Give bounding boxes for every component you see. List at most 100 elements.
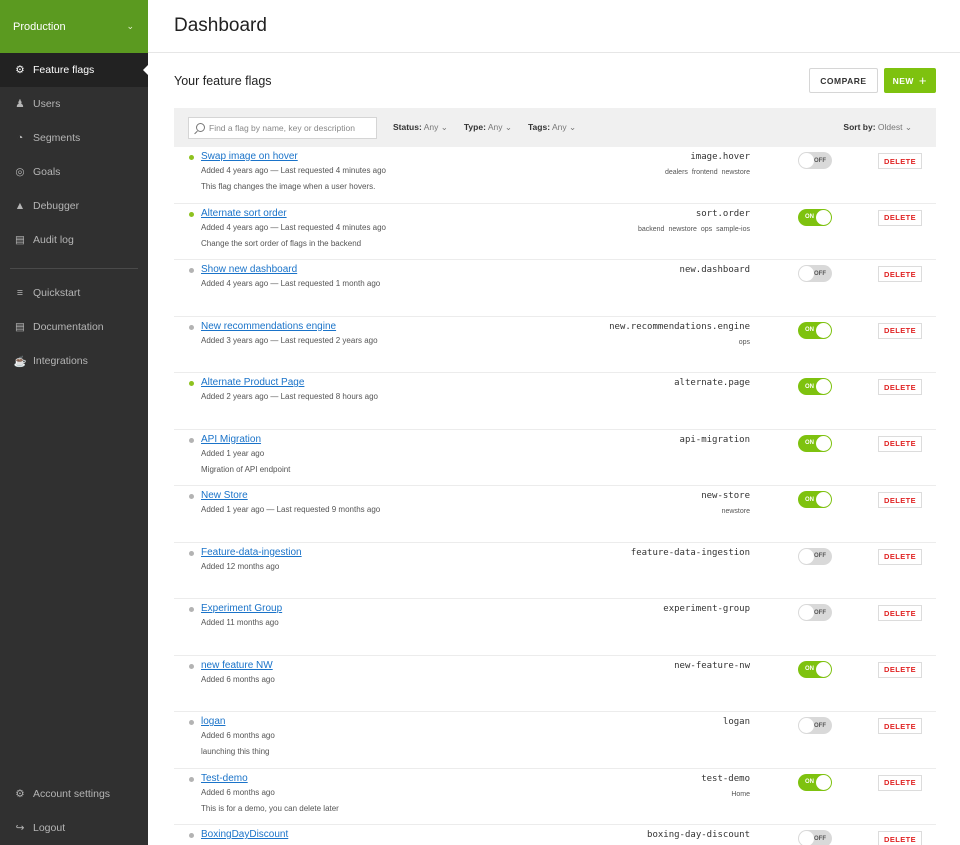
toggle-label: OFF	[814, 157, 826, 164]
delete-button[interactable]: DELETE	[878, 661, 922, 678]
flag-toggle[interactable]: ON	[798, 378, 832, 395]
tag-badge[interactable]: newstore	[721, 508, 750, 515]
delete-button[interactable]: DELETE	[878, 322, 922, 339]
status-filter-value: Any	[423, 122, 439, 132]
flag-name-link[interactable]: Feature-data-ingestion	[201, 547, 302, 558]
sidebar-item-integrations[interactable]: ☕ Integrations	[0, 344, 148, 378]
tag-badge[interactable]: backend	[637, 225, 665, 233]
flag-toggle[interactable]: OFF	[798, 604, 832, 621]
delete-button[interactable]: DELETE	[878, 718, 922, 734]
delete-button[interactable]: DELETE	[878, 605, 922, 621]
sidebar-item-logout[interactable]: ↪ Logout	[0, 811, 148, 845]
status-filter[interactable]: Status: Any ⌄	[393, 122, 448, 133]
flag-toggle[interactable]: ON	[798, 660, 832, 678]
flag-name-link[interactable]: Swap image on hover	[201, 151, 298, 162]
flag-name-link[interactable]: new feature NW	[201, 660, 273, 671]
toggle-knob	[816, 492, 831, 507]
toggle-label: ON	[805, 383, 814, 390]
flag-row: Test-demo Added 6 months ago This is for a…	[174, 769, 936, 825]
flag-name-link[interactable]: Experiment Group	[201, 603, 282, 614]
tag-badge[interactable]: dealers	[664, 169, 688, 176]
flag-toggle[interactable]: OFF	[798, 830, 832, 845]
flag-meta: Added 6 months ago	[201, 731, 275, 740]
toggle-label: OFF	[814, 270, 826, 277]
flag-toggle[interactable]: OFF	[798, 152, 832, 169]
sidebar-item-goals[interactable]: ◎ Goals	[0, 155, 148, 189]
sidebar-item-users[interactable]: ♟ Users	[0, 87, 148, 121]
flag-toggle[interactable]: ON	[798, 491, 832, 508]
flag-name-link[interactable]: logan	[201, 716, 225, 727]
delete-button[interactable]: DELETE	[878, 435, 922, 452]
flag-toggle[interactable]: ON	[798, 434, 832, 452]
flag-name-link[interactable]: Alternate sort order	[201, 208, 287, 219]
sidebar-item-segments[interactable]: ◔ Segments	[0, 121, 148, 155]
tag-badge[interactable]: newstore	[668, 225, 697, 233]
sidebar-item-documentation[interactable]: ▤ Documentation	[0, 310, 148, 344]
flag-row: logan Added 6 months ago launching this th…	[174, 712, 936, 769]
flag-name-link[interactable]: Alternate Product Page	[201, 377, 304, 388]
status-filter-label: Status:	[393, 122, 422, 132]
delete-button[interactable]: DELETE	[878, 379, 922, 395]
flag-name-link[interactable]: Show new dashboard	[201, 264, 297, 275]
delete-button[interactable]: DELETE	[878, 548, 922, 565]
tags-filter-label: Tags:	[527, 122, 551, 132]
sort-value: Oldest	[877, 122, 903, 132]
flag-name-link[interactable]: Test-demo	[201, 773, 248, 784]
flag-meta: Added 1 year ago	[201, 448, 265, 458]
sidebar-item-account-settings[interactable]: ⚙ Account settings	[0, 777, 148, 811]
users-icon: ♟	[15, 98, 25, 110]
flag-meta: Added 12 months ago	[201, 561, 280, 571]
type-filter[interactable]: Type: Any ⌄	[464, 122, 512, 133]
flag-name-link[interactable]: API Migration	[201, 434, 261, 445]
tag-badge[interactable]: frontend	[691, 169, 718, 176]
flag-name-link[interactable]: BoxingDayDiscount	[201, 829, 288, 840]
toggle-knob	[799, 153, 814, 168]
flag-name-link[interactable]: New recommendations engine	[201, 321, 336, 332]
toggle-knob	[799, 718, 814, 733]
flag-key: new-store	[701, 491, 750, 501]
sidebar-item-label: Account settings	[33, 788, 111, 800]
flag-row: Experiment Group Added 11 months ago exper…	[174, 599, 936, 656]
target-icon: ◎	[15, 166, 25, 178]
tag-badge[interactable]: Home	[731, 790, 750, 798]
flag-meta: Added 4 years ago — Last requested 1 mon…	[201, 279, 381, 288]
flag-row: New recommendations engine Added 3 years …	[174, 317, 936, 373]
environment-selector[interactable]: Production ⌄	[0, 0, 148, 53]
search-input[interactable]: Find a flag by name, key or description	[188, 116, 377, 139]
type-filter-value: Any	[487, 122, 503, 132]
flag-toggle[interactable]: ON	[798, 208, 832, 226]
delete-button[interactable]: DELETE	[878, 266, 922, 282]
search-icon	[196, 123, 205, 132]
flag-key: feature-data-ingestion	[630, 547, 750, 558]
tag-badge[interactable]: ops	[738, 338, 750, 346]
tags-filter[interactable]: Tags: Any ⌄	[528, 122, 576, 133]
chevron-down-icon: ⌄	[904, 122, 912, 132]
status-dot	[189, 155, 194, 160]
delete-button[interactable]: DELETE	[878, 153, 922, 169]
delete-button[interactable]: DELETE	[878, 774, 922, 791]
toggle-label: ON	[805, 779, 814, 785]
tag-badge[interactable]: newstore	[721, 169, 750, 176]
sidebar-item-feature-flags[interactable]: ⚙ Feature flags	[0, 53, 149, 87]
flag-toggle[interactable]: OFF	[798, 265, 832, 282]
new-flag-button[interactable]: NEW +	[883, 68, 936, 93]
delete-button[interactable]: DELETE	[878, 492, 922, 508]
delete-button[interactable]: DELETE	[878, 831, 922, 845]
toggle-knob	[799, 266, 814, 281]
flag-name-link[interactable]: New Store	[201, 490, 248, 501]
sidebar-item-debugger[interactable]: ▲ Debugger	[0, 189, 148, 223]
flag-toggle[interactable]: ON	[798, 321, 832, 339]
compare-button[interactable]: COMPARE	[809, 68, 878, 93]
flag-toggle[interactable]: OFF	[798, 547, 832, 565]
sidebar-item-label: Integrations	[33, 355, 88, 367]
tag-badge[interactable]: sample-ios	[716, 225, 750, 233]
sort-selector[interactable]: Sort by: Oldest ⌄	[843, 122, 912, 133]
flag-toggle[interactable]: OFF	[798, 717, 832, 734]
sidebar-item-quickstart[interactable]: ≡ Quickstart	[0, 276, 148, 310]
flag-toggle[interactable]: ON	[798, 773, 832, 791]
sidebar-item-audit-log[interactable]: ▤ Audit log	[0, 223, 148, 257]
delete-button[interactable]: DELETE	[878, 209, 922, 226]
tag-badge[interactable]: ops	[700, 225, 713, 233]
flag-row: new feature NW Added 6 months ago new-feat…	[174, 656, 936, 712]
status-dot	[189, 720, 194, 725]
